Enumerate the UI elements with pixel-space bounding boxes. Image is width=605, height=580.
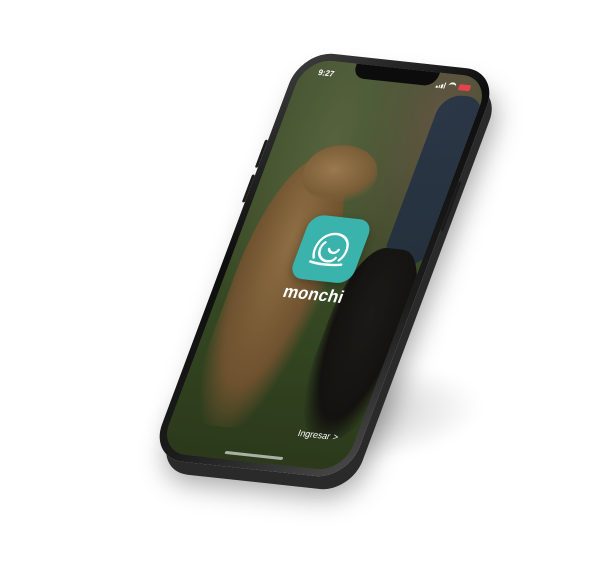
stage: 9:27 monchi Ingresar >: [0, 0, 605, 580]
dog-face-icon: [287, 213, 374, 285]
battery-icon: [457, 84, 472, 92]
wifi-icon: [446, 81, 458, 91]
status-time: 9:27: [316, 67, 336, 79]
signal-icon: [435, 82, 447, 89]
